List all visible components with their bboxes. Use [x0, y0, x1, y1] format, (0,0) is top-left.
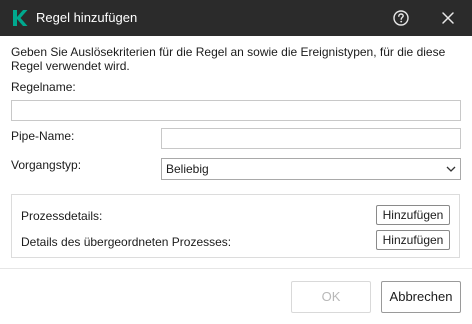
ok-button[interactable]: OK [291, 281, 371, 313]
operation-type-select[interactable]: Beliebig [161, 158, 461, 180]
add-process-details-button[interactable]: Hinzufügen [376, 205, 450, 225]
close-icon[interactable] [438, 8, 458, 28]
rule-name-input[interactable] [11, 100, 461, 121]
kaspersky-logo-icon [13, 10, 28, 26]
process-details-group: Prozessdetails: Hinzufügen Details des ü… [11, 194, 460, 258]
pipe-name-input[interactable] [161, 128, 461, 149]
pipe-name-label: Pipe-Name: [11, 129, 75, 143]
process-details-label: Prozessdetails: [21, 209, 103, 223]
chevron-down-icon [446, 166, 456, 172]
dialog-description: Geben Sie Auslösekriterien für die Regel… [11, 45, 446, 73]
add-parent-process-details-button[interactable]: Hinzufügen [376, 230, 450, 250]
cancel-button[interactable]: Abbrechen [381, 281, 461, 313]
parent-process-details-label: Details des übergeordneten Prozesses: [21, 235, 232, 249]
help-icon[interactable] [391, 8, 411, 28]
rule-name-label: Regelname: [11, 80, 76, 94]
footer-divider [0, 268, 472, 269]
operation-type-label: Vorgangstyp: [11, 158, 82, 172]
title-bar: Regel hinzufügen [0, 0, 472, 36]
dialog-title: Regel hinzufügen [36, 10, 138, 25]
operation-type-value: Beliebig [166, 162, 209, 176]
add-rule-dialog: Regel hinzufügen Geben Sie Auslösekriter… [0, 0, 472, 324]
